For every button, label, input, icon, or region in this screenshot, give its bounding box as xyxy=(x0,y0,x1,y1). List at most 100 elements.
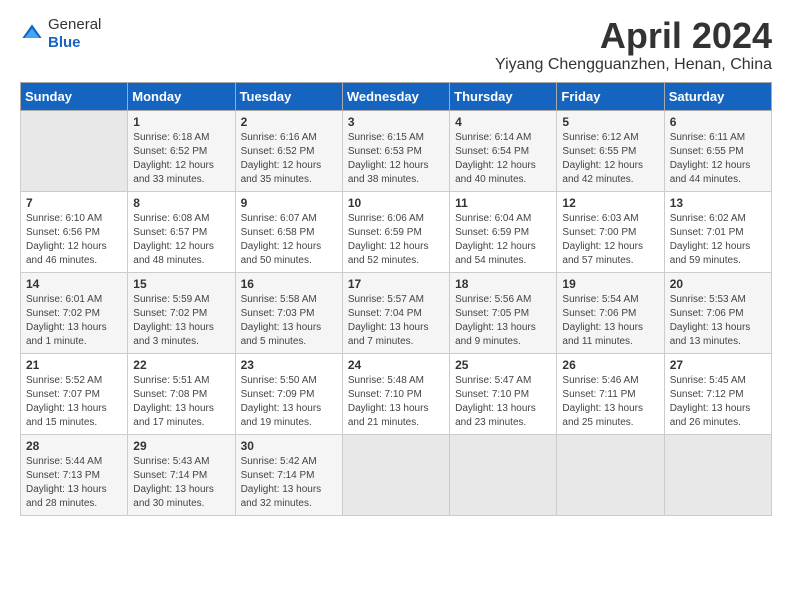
calendar-cell: 17Sunrise: 5:57 AM Sunset: 7:04 PM Dayli… xyxy=(342,272,449,353)
calendar-cell: 5 Sunrise: 6:12 AM Sunset: 6:55 PM Daylig… xyxy=(557,110,664,191)
day-number: 3 xyxy=(348,115,444,129)
day-number: 25 xyxy=(455,358,551,372)
day-number: 22 xyxy=(133,358,229,372)
calendar-cell: 29 Sunrise: 5:43 AM Sunset: 7:14 PM Dayli… xyxy=(128,434,235,515)
calendar-cell: 4 Sunrise: 6:14 AM Sunset: 6:54 PM Daylig… xyxy=(450,110,557,191)
calendar-week-row: 14 Sunrise: 6:01 AM Sunset: 7:02 PM Dayli… xyxy=(21,272,772,353)
day-number: 23 xyxy=(241,358,337,372)
cell-content: Sunrise: 6:16 AM Sunset: 6:52 PM Dayligh… xyxy=(241,131,337,187)
cell-content: Sunrise: 5:56 AM Sunset: 7:05 PM Dayligh… xyxy=(455,293,551,349)
day-number: 29 xyxy=(133,439,229,453)
cell-content: Sunrise: 5:46 AM Sunset: 7:11 PM Dayligh… xyxy=(562,374,658,430)
cell-content: Sunrise: 5:51 AM Sunset: 7:08 PM Dayligh… xyxy=(133,374,229,430)
calendar-cell: 8 Sunrise: 6:08 AM Sunset: 6:57 PM Daylig… xyxy=(128,191,235,272)
day-number: 26 xyxy=(562,358,658,372)
day-number: 10 xyxy=(348,196,444,210)
cell-content: Sunrise: 6:10 AM Sunset: 6:56 PM Dayligh… xyxy=(26,212,122,268)
cell-content: Sunrise: 5:42 AM Sunset: 7:14 PM Dayligh… xyxy=(241,455,337,511)
calendar-week-row: 7 Sunrise: 6:10 AM Sunset: 6:56 PM Daylig… xyxy=(21,191,772,272)
day-number: 5 xyxy=(562,115,658,129)
day-number: 27 xyxy=(670,358,766,372)
day-number: 4 xyxy=(455,115,551,129)
cell-content: Sunrise: 6:11 AM Sunset: 6:55 PM Dayligh… xyxy=(670,131,766,187)
calendar-cell: 21 Sunrise: 5:52 AM Sunset: 7:07 PM Dayli… xyxy=(21,353,128,434)
cell-content: Sunrise: 5:47 AM Sunset: 7:10 PM Dayligh… xyxy=(455,374,551,430)
day-number: 1 xyxy=(133,115,229,129)
day-number: 8 xyxy=(133,196,229,210)
day-number: 19 xyxy=(562,277,658,291)
calendar-week-row: 21 Sunrise: 5:52 AM Sunset: 7:07 PM Dayli… xyxy=(21,353,772,434)
page-header: General Blue April 2024 Yiyang Chengguan… xyxy=(20,16,772,74)
calendar-cell xyxy=(21,110,128,191)
calendar-cell xyxy=(557,434,664,515)
day-number: 7 xyxy=(26,196,122,210)
day-number: 30 xyxy=(241,439,337,453)
cell-content: Sunrise: 5:54 AM Sunset: 7:06 PM Dayligh… xyxy=(562,293,658,349)
calendar-cell: 19 Sunrise: 5:54 AM Sunset: 7:06 PM Dayli… xyxy=(557,272,664,353)
calendar-cell: 2Sunrise: 6:16 AM Sunset: 6:52 PM Daylig… xyxy=(235,110,342,191)
weekday-header-saturday: Saturday xyxy=(664,82,771,110)
calendar-cell: 20Sunrise: 5:53 AM Sunset: 7:06 PM Dayli… xyxy=(664,272,771,353)
cell-content: Sunrise: 5:52 AM Sunset: 7:07 PM Dayligh… xyxy=(26,374,122,430)
calendar-cell: 16Sunrise: 5:58 AM Sunset: 7:03 PM Dayli… xyxy=(235,272,342,353)
day-number: 18 xyxy=(455,277,551,291)
day-number: 14 xyxy=(26,277,122,291)
weekday-header-row: SundayMondayTuesdayWednesdayThursdayFrid… xyxy=(21,82,772,110)
calendar-cell xyxy=(664,434,771,515)
calendar-cell: 24 Sunrise: 5:48 AM Sunset: 7:10 PM Dayli… xyxy=(342,353,449,434)
calendar-cell xyxy=(342,434,449,515)
calendar-cell: 25 Sunrise: 5:47 AM Sunset: 7:10 PM Dayli… xyxy=(450,353,557,434)
cell-content: Sunrise: 6:08 AM Sunset: 6:57 PM Dayligh… xyxy=(133,212,229,268)
cell-content: Sunrise: 6:06 AM Sunset: 6:59 PM Dayligh… xyxy=(348,212,444,268)
calendar-cell: 3 Sunrise: 6:15 AM Sunset: 6:53 PM Daylig… xyxy=(342,110,449,191)
cell-content: Sunrise: 5:50 AM Sunset: 7:09 PM Dayligh… xyxy=(241,374,337,430)
calendar-cell: 15 Sunrise: 5:59 AM Sunset: 7:02 PM Dayli… xyxy=(128,272,235,353)
day-number: 13 xyxy=(670,196,766,210)
calendar-week-row: 28 Sunrise: 5:44 AM Sunset: 7:13 PM Dayli… xyxy=(21,434,772,515)
calendar-cell: 22 Sunrise: 5:51 AM Sunset: 7:08 PM Dayli… xyxy=(128,353,235,434)
cell-content: Sunrise: 5:59 AM Sunset: 7:02 PM Dayligh… xyxy=(133,293,229,349)
cell-content: Sunrise: 5:57 AM Sunset: 7:04 PM Dayligh… xyxy=(348,293,444,349)
calendar-table: SundayMondayTuesdayWednesdayThursdayFrid… xyxy=(20,82,772,516)
weekday-header-sunday: Sunday xyxy=(21,82,128,110)
calendar-cell: 26 Sunrise: 5:46 AM Sunset: 7:11 PM Dayli… xyxy=(557,353,664,434)
day-number: 28 xyxy=(26,439,122,453)
calendar-cell: 27Sunrise: 5:45 AM Sunset: 7:12 PM Dayli… xyxy=(664,353,771,434)
calendar-cell: 6Sunrise: 6:11 AM Sunset: 6:55 PM Daylig… xyxy=(664,110,771,191)
day-number: 24 xyxy=(348,358,444,372)
calendar-cell: 12 Sunrise: 6:03 AM Sunset: 7:00 PM Dayli… xyxy=(557,191,664,272)
cell-content: Sunrise: 5:58 AM Sunset: 7:03 PM Dayligh… xyxy=(241,293,337,349)
calendar-cell: 11Sunrise: 6:04 AM Sunset: 6:59 PM Dayli… xyxy=(450,191,557,272)
day-number: 21 xyxy=(26,358,122,372)
cell-content: Sunrise: 6:03 AM Sunset: 7:00 PM Dayligh… xyxy=(562,212,658,268)
calendar-cell: 30 Sunrise: 5:42 AM Sunset: 7:14 PM Dayli… xyxy=(235,434,342,515)
calendar-cell: 23 Sunrise: 5:50 AM Sunset: 7:09 PM Dayli… xyxy=(235,353,342,434)
cell-content: Sunrise: 5:43 AM Sunset: 7:14 PM Dayligh… xyxy=(133,455,229,511)
calendar-cell: 7 Sunrise: 6:10 AM Sunset: 6:56 PM Daylig… xyxy=(21,191,128,272)
calendar-cell: 13 Sunrise: 6:02 AM Sunset: 7:01 PM Dayli… xyxy=(664,191,771,272)
cell-content: Sunrise: 6:01 AM Sunset: 7:02 PM Dayligh… xyxy=(26,293,122,349)
cell-content: Sunrise: 5:53 AM Sunset: 7:06 PM Dayligh… xyxy=(670,293,766,349)
cell-content: Sunrise: 6:15 AM Sunset: 6:53 PM Dayligh… xyxy=(348,131,444,187)
calendar-week-row: 1Sunrise: 6:18 AM Sunset: 6:52 PM Daylig… xyxy=(21,110,772,191)
weekday-header-monday: Monday xyxy=(128,82,235,110)
cell-content: Sunrise: 5:48 AM Sunset: 7:10 PM Dayligh… xyxy=(348,374,444,430)
calendar-cell: 9Sunrise: 6:07 AM Sunset: 6:58 PM Daylig… xyxy=(235,191,342,272)
calendar-cell: 10 Sunrise: 6:06 AM Sunset: 6:59 PM Dayli… xyxy=(342,191,449,272)
cell-content: Sunrise: 5:44 AM Sunset: 7:13 PM Dayligh… xyxy=(26,455,122,511)
logo: General Blue xyxy=(20,16,101,52)
day-number: 15 xyxy=(133,277,229,291)
cell-content: Sunrise: 6:12 AM Sunset: 6:55 PM Dayligh… xyxy=(562,131,658,187)
day-number: 11 xyxy=(455,196,551,210)
location-title: Yiyang Chengguanzhen, Henan, China xyxy=(495,56,772,74)
weekday-header-thursday: Thursday xyxy=(450,82,557,110)
logo-icon xyxy=(20,22,44,46)
title-block: April 2024 Yiyang Chengguanzhen, Henan, … xyxy=(495,16,772,74)
logo-blue-text: Blue xyxy=(48,34,81,51)
day-number: 12 xyxy=(562,196,658,210)
cell-content: Sunrise: 6:02 AM Sunset: 7:01 PM Dayligh… xyxy=(670,212,766,268)
weekday-header-friday: Friday xyxy=(557,82,664,110)
month-title: April 2024 xyxy=(495,16,772,56)
logo-general-text: General xyxy=(48,16,101,33)
cell-content: Sunrise: 6:14 AM Sunset: 6:54 PM Dayligh… xyxy=(455,131,551,187)
